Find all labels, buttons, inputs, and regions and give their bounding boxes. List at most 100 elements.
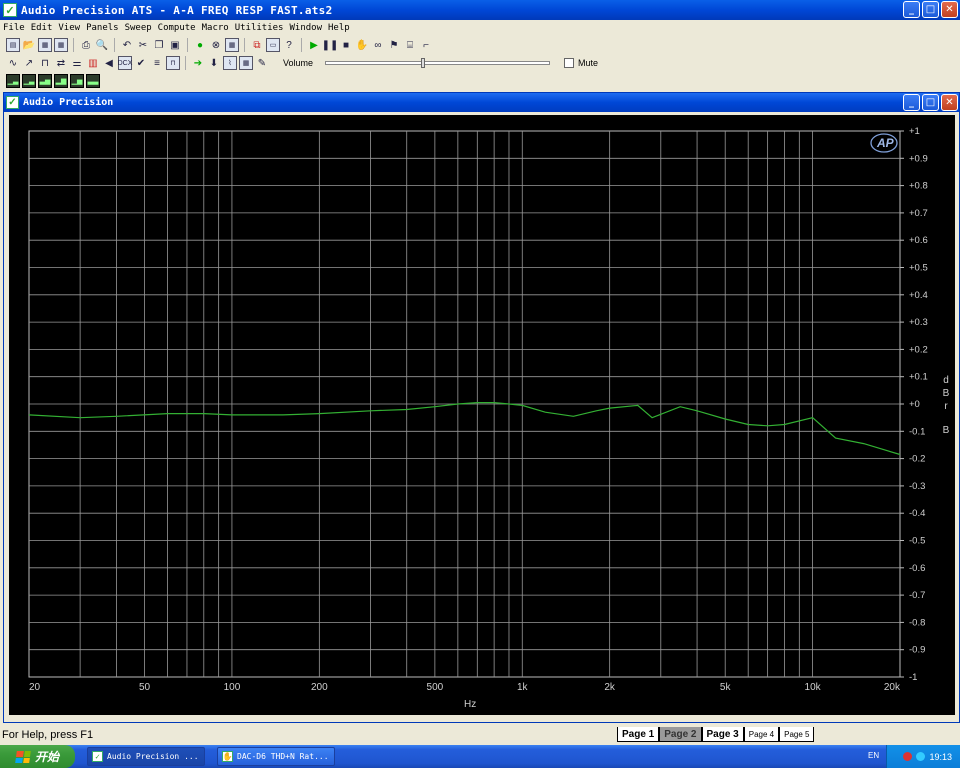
clock: 19:13	[929, 751, 952, 762]
volume-slider[interactable]	[325, 58, 551, 68]
standard-toolbar: ▤ 📂 ▦ ▦ ⎙ 🔍 ↶ ✂ ❐ ▣ ● ⊗ ▦ ⧉ ▭ ? ▶ ❚❚ ■ ✋…	[0, 36, 960, 54]
multitone-icon[interactable]: ⚌	[70, 56, 84, 70]
menu-file[interactable]: File	[0, 23, 28, 33]
menu-sweep[interactable]: Sweep	[122, 23, 155, 33]
copy-icon[interactable]: ❐	[152, 38, 166, 52]
volume-tray-icon[interactable]	[916, 752, 926, 761]
menu-edit[interactable]: Edit	[28, 23, 56, 33]
arrow-down-icon[interactable]: ⬇	[207, 56, 221, 70]
maximize-button[interactable]: □	[922, 1, 939, 18]
waveform-icon[interactable]: ⊓	[166, 56, 180, 70]
x-tick-label: 2k	[604, 682, 616, 693]
y-tick-label: -0.6	[909, 563, 925, 574]
print-preview-icon[interactable]: 🔍	[95, 38, 109, 52]
fft-icon[interactable]: ▥	[86, 56, 100, 70]
volume-slider-thumb[interactable]	[421, 58, 426, 68]
mute-label: Mute	[578, 58, 599, 68]
frequency-response-graph[interactable]: +1 +0.9 +0.8 +0.7 +0.6 +0.5 +0.4 +0.3 +0.2 +0.1 +0…	[9, 115, 955, 715]
meter-1-icon[interactable]: ▁▃	[6, 74, 20, 88]
menu-help[interactable]: Help	[325, 23, 353, 33]
meter-6-icon[interactable]: ▃▃	[86, 74, 100, 88]
square-wave-icon[interactable]: ⊓	[38, 56, 52, 70]
taskbar-item-dac-d6[interactable]: ✋ DAC-D6 THD+N Rat...	[217, 747, 335, 766]
pause-icon[interactable]: ❚❚	[322, 38, 339, 52]
network-icon[interactable]	[903, 752, 913, 761]
check-icon[interactable]: ✔	[134, 56, 148, 70]
menu-panels[interactable]: Panels	[83, 23, 122, 33]
page-tabs: Page 1 Page 2 Page 3 Page 4 Page 5	[617, 727, 815, 742]
page-tab-2[interactable]: Page 2	[659, 727, 702, 742]
notes-icon[interactable]: ✎	[255, 56, 269, 70]
menu-view[interactable]: View	[55, 23, 83, 33]
glasses-icon[interactable]: ∞	[371, 38, 385, 52]
ap-logo-text: AP	[876, 136, 895, 150]
settings-icon[interactable]: ⌐	[419, 38, 433, 52]
menu-compute[interactable]: Compute	[155, 23, 199, 33]
analyzer-icon[interactable]: ↗	[22, 56, 36, 70]
graph-maximize-button[interactable]: □	[922, 94, 939, 111]
speaker-icon[interactable]: ◀	[102, 56, 116, 70]
meter-4-icon[interactable]: ▂▆	[54, 74, 68, 88]
graph-icon[interactable]: ⌇	[223, 56, 237, 70]
app-title-bar: ✓ Audio Precision ATS - A-A FREQ RESP FA…	[0, 0, 960, 20]
toolbar-separator	[187, 38, 188, 52]
undo-icon[interactable]: ↶	[120, 38, 134, 52]
toolbar-separator	[114, 38, 115, 52]
audio-precision-task-icon: ✓	[92, 751, 103, 762]
minimize-button[interactable]: _	[903, 1, 920, 18]
meter-2-icon[interactable]: ▁▃	[22, 74, 36, 88]
stop-icon[interactable]: ⊗	[209, 38, 223, 52]
y-tick-label: +0.3	[909, 317, 928, 328]
open-file-icon[interactable]: 📂	[22, 38, 36, 52]
dialog-icon[interactable]: ⌸	[403, 38, 417, 52]
taskbar: 开始 ✓ Audio Precision ... ✋ DAC-D6 THD+N …	[0, 745, 960, 768]
page-tab-4[interactable]: Page 4	[743, 727, 780, 742]
analyzer-toolbar: ∿ ↗ ⊓ ⇄ ⚌ ▥ ◀ DCX ✔ ≡ ⊓ ➔ ⬇ ⌇ ▦ ✎ Volume…	[0, 54, 960, 72]
menu-utilities[interactable]: Utilities	[232, 23, 287, 33]
taskbar-item-audio-precision[interactable]: ✓ Audio Precision ...	[87, 747, 205, 766]
flag-icon[interactable]: ⚑	[387, 38, 401, 52]
graph-window: ✓ Audio Precision _ □ ✕ +1 +0.9 +0.8 +0.7 +0…	[3, 92, 960, 723]
dcx-icon[interactable]: DCX	[118, 56, 132, 70]
print-icon[interactable]: ⎙	[79, 38, 93, 52]
language-indicator[interactable]: EN	[868, 751, 879, 760]
close-button[interactable]: ✕	[941, 1, 958, 18]
arrow-right-icon[interactable]: ➔	[191, 56, 205, 70]
window-icon[interactable]: ▭	[266, 38, 280, 52]
bookmark-icon[interactable]: ⧉	[250, 38, 264, 52]
panel-icon[interactable]: ▦	[225, 38, 239, 52]
meter-5-icon[interactable]: ▁▅	[70, 74, 84, 88]
table-icon[interactable]: ▦	[239, 56, 253, 70]
y-tick-label: +0.7	[909, 208, 928, 219]
meter-3-icon[interactable]: ▃▅	[38, 74, 52, 88]
menu-macro[interactable]: Macro	[199, 23, 232, 33]
transfer-icon[interactable]: ⇄	[54, 56, 68, 70]
start-button[interactable]: 开始	[0, 745, 75, 768]
help-icon[interactable]: ?	[282, 38, 296, 52]
y-tick-label: +0.1	[909, 372, 928, 383]
save-all-icon[interactable]: ▦	[54, 38, 68, 52]
page-tab-1[interactable]: Page 1	[617, 727, 660, 742]
graph-close-button[interactable]: ✕	[941, 94, 958, 111]
page-tab-3[interactable]: Page 3	[701, 727, 744, 742]
go-icon[interactable]: ●	[193, 38, 207, 52]
menu-window[interactable]: Window	[286, 23, 325, 33]
toolbar-separator	[244, 38, 245, 52]
sine-wave-icon[interactable]: ∿	[6, 56, 20, 70]
new-file-icon[interactable]: ▤	[6, 38, 20, 52]
save-icon[interactable]: ▦	[38, 38, 52, 52]
y-axis-label-letter: d	[943, 375, 949, 386]
mute-checkbox[interactable]	[564, 58, 575, 68]
list-icon[interactable]: ≡	[150, 56, 164, 70]
stop-square-icon[interactable]: ■	[339, 38, 353, 52]
paste-icon[interactable]: ▣	[168, 38, 182, 52]
y-tick-label: +0.5	[909, 263, 928, 274]
graph-minimize-button[interactable]: _	[903, 94, 920, 111]
hand-icon[interactable]: ✋	[355, 38, 369, 52]
play-icon[interactable]: ▶	[307, 38, 321, 52]
x-tick-label: 50	[139, 682, 151, 693]
menu-bar: File Edit View Panels Sweep Compute Macr…	[0, 20, 960, 35]
cut-icon[interactable]: ✂	[136, 38, 150, 52]
y-axis-label-letter: B	[943, 388, 950, 399]
page-tab-5[interactable]: Page 5	[779, 727, 815, 742]
